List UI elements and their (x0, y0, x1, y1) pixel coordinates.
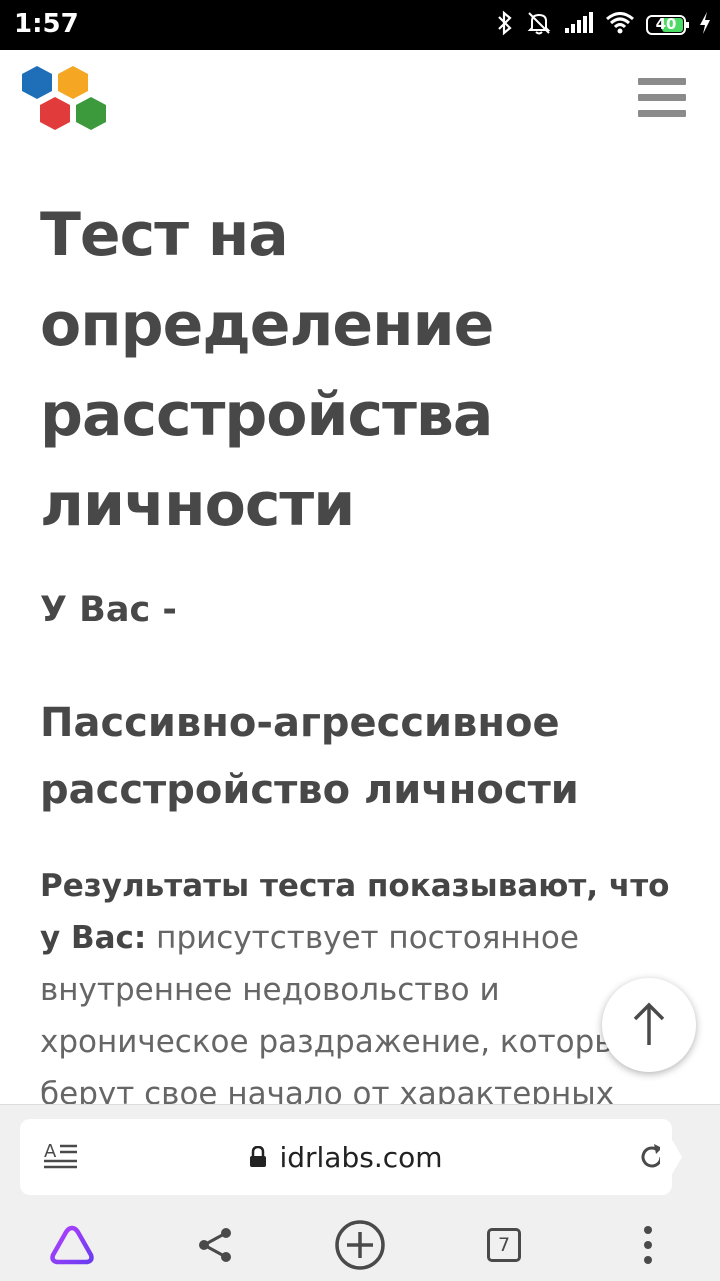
page-title: Тест на определение расстройства личност… (40, 190, 680, 550)
bluetooth-icon (496, 10, 514, 40)
hexagon-logo[interactable] (18, 66, 110, 134)
result-lead: Результаты теста показывают, что (40, 868, 670, 904)
result-text: присутствует постоянное (146, 920, 579, 956)
scroll-to-top-button[interactable] (602, 978, 696, 1072)
battery-tip (686, 22, 689, 28)
result-lead-2: у Вас: (40, 920, 147, 956)
tabs-button[interactable]: 7 (474, 1215, 534, 1275)
tab-count: 7 (487, 1228, 521, 1262)
more-menu-button[interactable] (618, 1215, 678, 1275)
address-bar[interactable]: A idrlabs.com (20, 1119, 672, 1195)
result-title: Пассивно-агрессивное расстройство личнос… (40, 690, 690, 824)
bottom-navigation: 7 (0, 1209, 720, 1281)
battery-icon: 40 (646, 15, 689, 35)
status-time: 1:57 (14, 9, 79, 39)
assistant-icon (50, 1225, 94, 1265)
status-bar: 1:57 40 (0, 0, 720, 50)
url-display[interactable]: idrlabs.com (20, 1119, 672, 1195)
share-button[interactable] (186, 1215, 246, 1275)
url-text: idrlabs.com (279, 1140, 443, 1174)
site-header (0, 50, 720, 160)
hamburger-line (638, 78, 686, 85)
plus-circle-icon (335, 1220, 385, 1270)
share-icon (199, 1228, 231, 1262)
browser-toolbar: A idrlabs.com 7 (0, 1104, 720, 1281)
hamburger-line (638, 94, 686, 101)
page-title-line: определение (40, 290, 494, 360)
result-title-line: Пассивно-агрессивное (40, 700, 560, 746)
lock-icon (249, 1146, 267, 1168)
more-vertical-icon (644, 1226, 652, 1264)
page-title-line: Тест на (40, 200, 289, 270)
mute-bell-icon (526, 10, 552, 40)
result-text: хроническое раздражение, которые (40, 1024, 638, 1060)
result-subheading: У Вас - (40, 590, 177, 630)
signal-icon (564, 12, 594, 38)
address-bar-tip (660, 1119, 682, 1195)
page-title-line: личности (40, 470, 355, 540)
status-icons: 40 (496, 8, 712, 42)
hamburger-line (638, 110, 686, 117)
result-text: внутреннее недовольство и (40, 972, 500, 1008)
article-content: Тест на определение расстройства личност… (40, 190, 680, 1112)
charging-icon (698, 11, 712, 39)
battery-level: 40 (655, 15, 677, 33)
arrow-up-icon (633, 1002, 665, 1045)
wifi-icon (606, 12, 634, 38)
new-tab-button[interactable] (330, 1215, 390, 1275)
assistant-button[interactable] (42, 1215, 102, 1275)
page-title-line: расстройства (40, 380, 493, 450)
hamburger-menu-icon[interactable] (638, 78, 686, 122)
result-title-line: расстройство личности (40, 767, 579, 813)
result-description: Результаты теста показывают, что у Вас: … (40, 860, 680, 1120)
